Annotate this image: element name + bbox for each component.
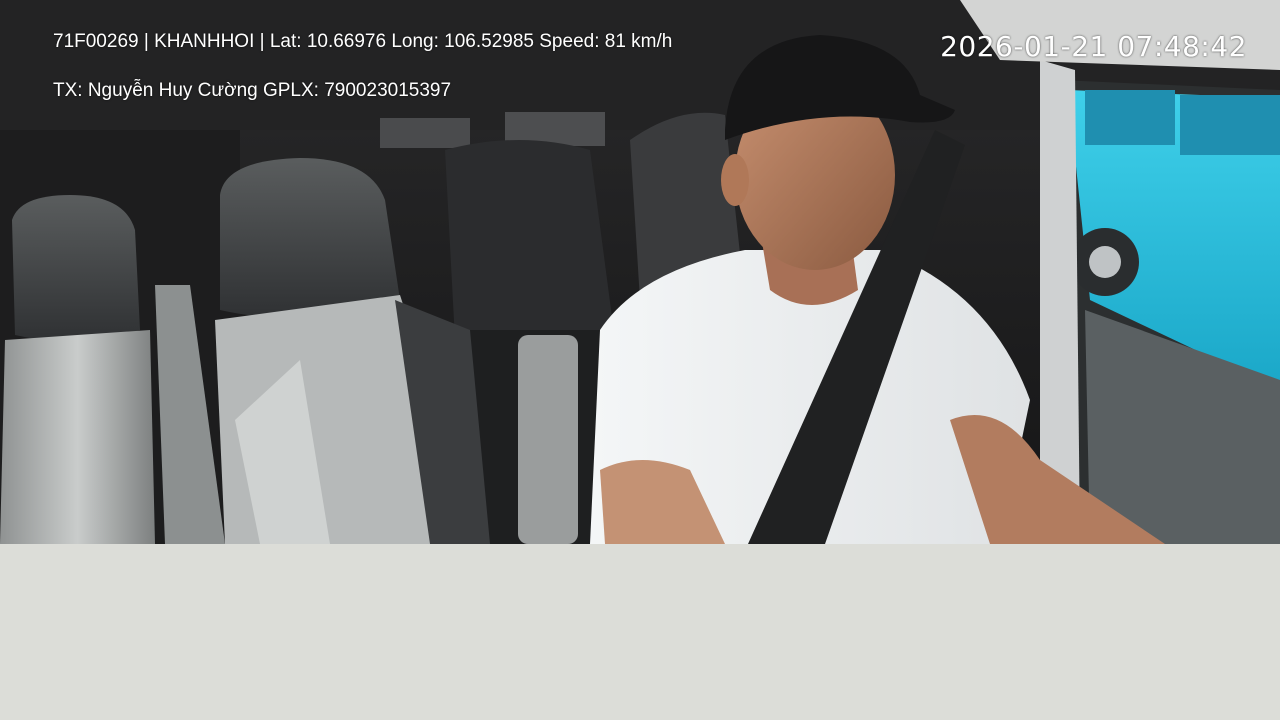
- vehicle-info-overlay: 71F00269 | KHANHHOI | Lat: 10.66976 Long…: [53, 31, 673, 52]
- dashcam-viewer: 71F00269 | KHANHHOI | Lat: 10.66976 Long…: [0, 0, 1280, 720]
- empty-panel: [0, 544, 1280, 720]
- timestamp-overlay: 2026-01-21 07:48:42: [940, 30, 1247, 63]
- video-frame[interactable]: 71F00269 | KHANHHOI | Lat: 10.66976 Long…: [0, 0, 1280, 544]
- driver-info-overlay: TX: Nguyễn Huy Cường GPLX: 790023015397: [53, 80, 452, 101]
